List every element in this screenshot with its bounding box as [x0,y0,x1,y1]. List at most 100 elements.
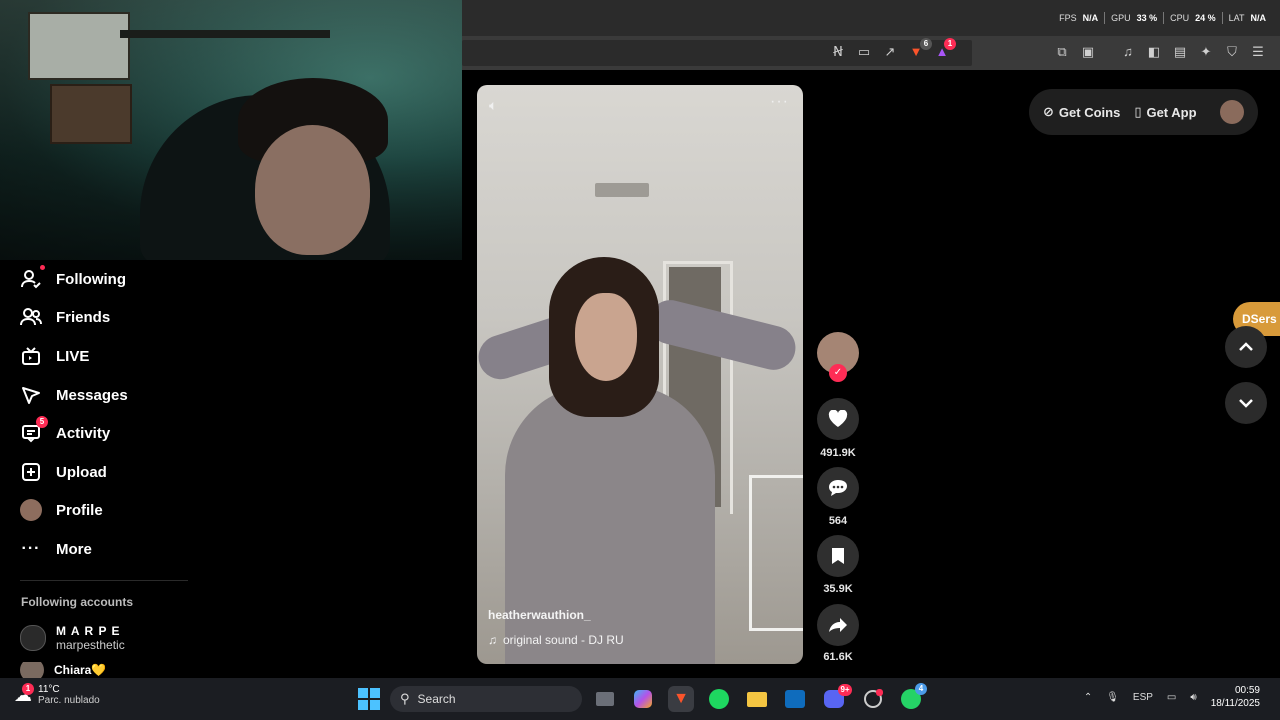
file-explorer-icon[interactable] [744,686,770,712]
copilot-icon[interactable] [630,686,656,712]
following-accounts-title: Following accounts [21,595,134,609]
friends-icon [20,306,42,328]
cpu-value: 24 % [1195,13,1216,23]
webcam-overlay [0,0,462,260]
sidebar-item-profile[interactable]: Profile [20,499,103,521]
avatar [20,499,42,521]
whatsapp-badge: 4 [915,683,927,695]
coin-icon: ⊘ [1043,104,1054,119]
weather-badge: 1 [22,682,34,695]
sidebar-item-label: Friends [56,308,111,326]
spotify-icon[interactable] [706,686,732,712]
system-tray: ⌃ 🎙︎ ESP ▭ 🔊︎ 00:59 18/11/2025 [1084,684,1260,710]
avatar[interactable] [1220,100,1244,124]
network-icon[interactable]: ▭ [1167,692,1176,703]
chevron-up-icon[interactable]: ⌃ [1084,692,1092,703]
get-coins-button[interactable]: ⊘ Get Coins [1043,104,1120,120]
brave-shield-icon[interactable]: ▼ 6 [908,38,932,60]
lat-label: LAT [1228,13,1245,23]
previous-video-button[interactable] [1225,326,1267,368]
brave-shield-badge: 6 [920,38,932,50]
weather-cloud-icon: ☁ 1 [14,682,34,705]
gpu-label: GPU [1111,13,1131,23]
sidebar-item-label: Following [56,270,126,288]
sidebar-item-upload[interactable]: Upload [20,461,107,483]
like-button[interactable] [817,398,859,440]
lat-value: N/A [1250,13,1267,23]
time: 00:59 [1234,685,1260,696]
vpn-icon[interactable]: ⛉ [1224,44,1240,60]
get-app-button[interactable]: ▯ Get App [1134,104,1196,120]
weather-desc: Parc. nublado [38,695,100,706]
sound-label: original sound - DJ RU [503,633,624,647]
address-bar-icons: Ꞥ ▭ ↗ ▼ 6 ▲ 1 [830,38,956,60]
sidebar-item-label: Upload [56,463,107,481]
live-icon [20,345,42,367]
wallet-icon[interactable]: ▤ [1172,44,1188,60]
task-view-icon[interactable] [592,686,618,712]
sidebar-item-friends[interactable]: Friends [20,306,110,328]
sidebar-item-label: Activity [56,424,111,442]
video-player[interactable]: 🔈︎ ··· heatherwauthion_ ♫ original sound… [477,85,803,664]
share-icon[interactable]: ↗ [882,44,898,60]
outlook-icon[interactable] [782,686,808,712]
toolbar-right-icons: ⧉ ▣ ♫ ◧ ▤ ✦ ⛉ ☰ [1054,44,1266,60]
sidebar-item-live[interactable]: LIVE [20,345,89,367]
volume-icon[interactable]: 🔈︎ [489,97,497,114]
media-icon[interactable]: ♫ [1120,44,1136,60]
discord-icon[interactable]: 9+ [821,684,852,712]
weather-widget[interactable]: ☁ 1 11°C Parc. nublado [14,682,100,706]
sidebar-item-label: Messages [56,386,128,404]
avatar [20,625,46,651]
following-account-item[interactable]: M A R P E marpesthetic [20,624,125,652]
menu-icon[interactable]: ☰ [1250,44,1266,60]
chevron-up-icon [1239,342,1253,351]
sidebar-item-more[interactable]: ··· More [20,538,92,560]
more-icon: ··· [21,540,41,557]
brave-rewards-icon[interactable]: ▲ 1 [934,38,956,60]
speaker-icon[interactable]: 🔊︎ [1190,692,1196,703]
follow-check-icon[interactable]: ✓ [829,364,847,382]
video-username[interactable]: heatherwauthion_ [488,608,591,622]
search-icon: ⚲ [400,691,410,706]
clock[interactable]: 00:59 18/11/2025 [1211,684,1260,710]
gpu-value: 33 % [1136,13,1158,23]
video-sound[interactable]: ♫ original sound - DJ RU [488,633,624,647]
sidebar-item-label: LIVE [56,347,90,365]
share-button[interactable] [817,604,859,646]
whatsapp-icon[interactable]: 4 [898,683,927,712]
performance-stats: FPS N/A GPU 33 % CPU 24 % LAT N/A [1059,12,1266,24]
start-button[interactable] [358,688,380,710]
save-button[interactable] [817,535,859,577]
get-coins-label: Get Coins [1058,104,1121,120]
music-note-icon: ♫ [488,633,497,647]
sidebar-item-activity[interactable]: 5 Activity [20,416,111,444]
brave-browser-icon[interactable]: ▼ [668,686,694,712]
comment-icon [829,480,847,496]
heart-icon [828,410,848,427]
activity-badge: 5 [36,416,48,428]
cast-icon[interactable]: ▭ [856,44,872,60]
next-video-button[interactable] [1225,382,1267,424]
sidebar-item-label: More [56,540,92,558]
app-icon[interactable] [860,686,886,712]
discord-badge: 9+ [838,684,852,696]
microphone-icon[interactable]: 🎙︎ [1106,692,1119,703]
language-indicator[interactable]: ESP [1133,692,1153,703]
taskbar-search[interactable]: ⚲ Search [390,686,582,712]
comment-button[interactable] [817,467,859,509]
header-actions: ⊘ Get Coins ▯ Get App [1029,89,1258,135]
following-account-item[interactable]: Chiara💛 [20,662,106,678]
cpu-label: CPU [1170,13,1190,23]
leo-ai-icon[interactable]: ✦ [1198,44,1214,60]
sidebar-item-messages[interactable]: Messages [20,384,128,406]
extensions-icon[interactable]: ⧉ [1054,44,1070,60]
sidebar-toggle-icon[interactable]: ◧ [1146,44,1162,60]
more-options-icon[interactable]: ··· [770,93,789,111]
account-handle: marpesthetic [56,638,125,652]
upload-icon [20,461,42,483]
sidebar-item-following[interactable]: Following [20,265,126,290]
screenshot-icon[interactable]: ▣ [1080,44,1096,60]
translate-icon[interactable]: Ꞥ [830,44,846,60]
sidebar-divider [20,580,188,581]
